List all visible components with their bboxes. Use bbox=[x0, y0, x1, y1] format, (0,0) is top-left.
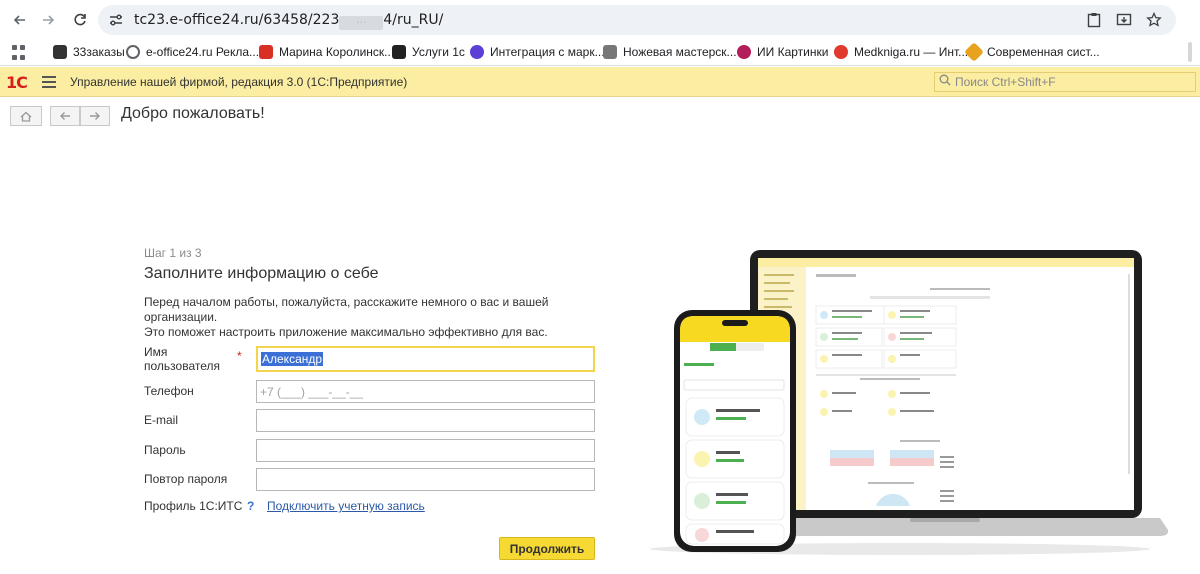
phone-placeholder: +7 (___) ___-__-__ bbox=[260, 384, 364, 399]
form-description: Перед началом работы, пожалуйста, расска… bbox=[144, 295, 624, 340]
username-field[interactable]: Александр bbox=[256, 346, 595, 372]
phone-label: Телефон bbox=[144, 384, 194, 398]
bookmark-label: Medkniga.ru — Инт... bbox=[854, 45, 969, 59]
step-indicator: Шаг 1 из 3 bbox=[144, 246, 202, 260]
menu-icon[interactable] bbox=[42, 76, 56, 88]
bookmarks-bar: 33заказы e-office24.ru Рекла... Марина К… bbox=[0, 40, 1200, 66]
bookmark-favicon bbox=[392, 45, 406, 59]
username-label-line: Имя bbox=[144, 345, 168, 359]
connect-account-link[interactable]: Подключить учетную запись bbox=[267, 499, 425, 513]
forward-icon[interactable] bbox=[38, 10, 58, 30]
bookmark-label: Современная сист... bbox=[987, 45, 1100, 59]
bookmark-favicon bbox=[126, 45, 140, 59]
app-header: 1С Управление нашей фирмой, редакция 3.0… bbox=[0, 67, 1200, 97]
bookmark-item[interactable]: Medkniga.ru — Инт... bbox=[834, 45, 968, 59]
bookmark-favicon bbox=[259, 45, 273, 59]
bookmark-label: ИИ Картинки bbox=[757, 45, 829, 59]
search-placeholder: Поиск Ctrl+Shift+F bbox=[955, 75, 1056, 89]
bookmark-label: Услуги 1с bbox=[412, 45, 465, 59]
phone-field[interactable]: +7 (___) ___-__-__ bbox=[256, 380, 595, 403]
arrow-right-icon bbox=[90, 112, 100, 120]
bookmark-label: Марина Королинск... bbox=[279, 45, 395, 59]
bookmark-star-icon[interactable] bbox=[1146, 12, 1162, 28]
home-button[interactable] bbox=[10, 106, 42, 126]
help-icon[interactable]: ? bbox=[247, 499, 254, 513]
password-field[interactable] bbox=[256, 439, 595, 462]
home-icon bbox=[20, 111, 32, 122]
bookmark-item[interactable]: Интеграция с марк... bbox=[470, 45, 605, 59]
address-bar[interactable]: tc23.e-office24.ru/63458/223 ··· 4/ru_RU/ bbox=[98, 5, 1176, 35]
install-app-icon[interactable] bbox=[1116, 12, 1132, 28]
continue-button[interactable]: Продолжить bbox=[499, 537, 595, 560]
bookmark-favicon bbox=[53, 45, 67, 59]
clipboard-icon[interactable] bbox=[1086, 12, 1102, 28]
bookmark-item[interactable]: Марина Королинск... bbox=[259, 45, 394, 59]
reload-icon[interactable] bbox=[70, 10, 90, 30]
bookmark-label: Интеграция с марк... bbox=[490, 45, 605, 59]
email-field[interactable] bbox=[256, 409, 595, 432]
url-suffix: 4/ru_RU/ bbox=[383, 12, 444, 28]
username-value: Александр bbox=[261, 352, 324, 366]
bookmark-item[interactable]: Современная сист... bbox=[964, 42, 1100, 62]
form-title: Заполните информацию о себе bbox=[144, 265, 379, 282]
required-marker: * bbox=[237, 349, 242, 363]
url-text[interactable]: tc23.e-office24.ru/63458/223 ··· 4/ru_RU/ bbox=[134, 12, 443, 30]
back-icon[interactable] bbox=[10, 10, 30, 30]
bookmark-item[interactable]: ИИ Картинки bbox=[737, 45, 828, 59]
bookmark-favicon bbox=[603, 45, 617, 59]
apps-grid-icon[interactable] bbox=[12, 45, 28, 61]
forward-button[interactable] bbox=[80, 106, 110, 126]
password-repeat-label: Повтор пароля bbox=[144, 472, 228, 486]
bookmark-item[interactable]: Услуги 1с bbox=[392, 45, 465, 59]
bookmark-item[interactable]: e-office24.ru Рекла... bbox=[126, 45, 259, 59]
url-hidden: ··· bbox=[339, 16, 384, 30]
page-header: Добро пожаловать! bbox=[0, 98, 1200, 132]
username-label-line: пользователя bbox=[144, 359, 220, 373]
bookmark-label: 33заказы bbox=[73, 45, 125, 59]
arrow-left-icon bbox=[60, 112, 70, 120]
bookmarks-scrollbar[interactable] bbox=[1188, 42, 1192, 62]
bookmark-favicon bbox=[470, 45, 484, 59]
bookmark-item[interactable]: 33заказы bbox=[53, 45, 125, 59]
url-prefix: tc23.e-office24.ru/63458/223 bbox=[134, 12, 340, 28]
email-label: E-mail bbox=[144, 413, 179, 427]
1c-logo: 1С bbox=[6, 73, 28, 92]
back-button[interactable] bbox=[50, 106, 80, 126]
devices-illustration bbox=[640, 244, 1200, 564]
app-title: Управление нашей фирмой, редакция 3.0 (1… bbox=[70, 75, 408, 89]
description-line: Это поможет настроить приложение максима… bbox=[144, 325, 548, 339]
description-line: Перед началом работы, пожалуйста, расска… bbox=[144, 295, 549, 324]
browser-toolbar: tc23.e-office24.ru/63458/223 ··· 4/ru_RU/ bbox=[0, 0, 1200, 40]
search-input[interactable]: Поиск Ctrl+Shift+F bbox=[934, 72, 1196, 92]
bookmark-label: e-office24.ru Рекла... bbox=[146, 45, 260, 59]
bookmark-favicon bbox=[737, 45, 751, 59]
username-label: Имя пользователя bbox=[144, 345, 220, 373]
site-settings-icon[interactable] bbox=[108, 12, 124, 28]
search-icon bbox=[939, 73, 951, 91]
password-repeat-field[interactable] bbox=[256, 468, 595, 491]
password-label: Пароль bbox=[144, 443, 186, 457]
its-profile-label: Профиль 1С:ИТС bbox=[144, 499, 243, 513]
page-title: Добро пожаловать! bbox=[121, 105, 265, 122]
bookmark-item[interactable]: Ножевая мастерск... bbox=[603, 45, 737, 59]
bookmark-label: Ножевая мастерск... bbox=[623, 45, 737, 59]
bookmark-favicon bbox=[834, 45, 848, 59]
bookmark-favicon bbox=[964, 42, 984, 62]
